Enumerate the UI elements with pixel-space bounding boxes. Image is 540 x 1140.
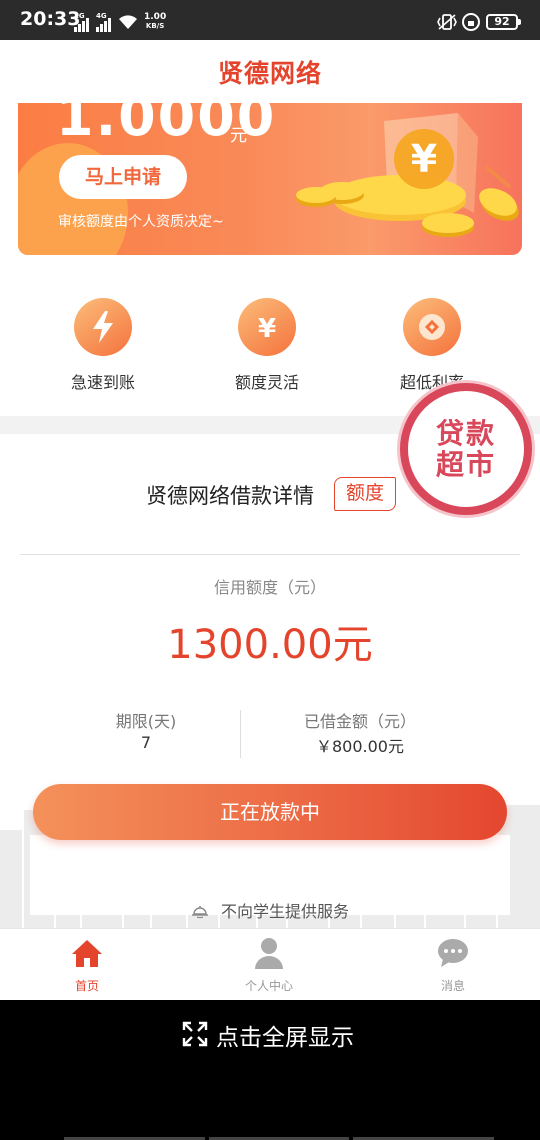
- stats-divider: [240, 710, 241, 758]
- battery-indicator: 92: [486, 14, 521, 30]
- yen-icon: ¥: [238, 298, 296, 356]
- network-speed: 1.00 KB/S: [144, 12, 167, 31]
- home-icon: [32, 935, 142, 971]
- signal-2-icon: 4G: [96, 12, 116, 32]
- status-time: 20:33: [20, 8, 81, 30]
- lightning-icon: [74, 298, 132, 356]
- loan-status-button[interactable]: 正在放款中: [33, 784, 507, 840]
- term-label: 期限(天): [115, 712, 177, 731]
- page-title: 贤德网络: [217, 59, 322, 88]
- feature-fast-arrival: 急速到账: [43, 298, 163, 393]
- svg-text:¥: ¥: [411, 137, 437, 181]
- detail-divider: [20, 554, 520, 555]
- tab-messages[interactable]: 消息: [398, 935, 508, 994]
- banner-unit: 元: [230, 126, 247, 146]
- loan-market-float-button[interactable]: 贷款超市: [400, 383, 532, 515]
- rotation-lock-icon: [462, 13, 480, 31]
- feature-flexible-limit: ¥ 额度灵活: [207, 298, 327, 393]
- fullscreen-label: 点击全屏显示: [216, 1025, 354, 1051]
- svg-text:¥: ¥: [258, 314, 276, 342]
- feature-low-rate: 超低利率: [372, 298, 492, 393]
- fullscreen-overlay[interactable]: 点击全屏显示: [0, 1000, 540, 1140]
- app-screen: 贤德网络 1.0000 元 马上申请 审核额度由个人资质决定~ ¥ 急速到账 ¥…: [0, 40, 540, 1000]
- term-value: 7: [140, 733, 152, 752]
- apply-now-button[interactable]: 马上申请: [59, 155, 187, 199]
- bottom-tab-bar: 首页 个人中心 消息: [0, 928, 540, 1000]
- signal-1-icon: 2G: [74, 12, 94, 32]
- credit-limit-amount: 1300.00元: [167, 622, 373, 668]
- tab-personal-center[interactable]: 个人中心: [214, 935, 324, 994]
- banner-note: 审核额度由个人资质决定~: [58, 214, 224, 230]
- chat-icon: [398, 935, 508, 971]
- borrowed-amount-value: ￥800.00元: [316, 737, 404, 756]
- coin-icon: [403, 298, 461, 356]
- vibrate-icon: [437, 14, 457, 30]
- person-icon: [214, 935, 324, 971]
- wifi-icon: [119, 15, 137, 29]
- coins-illustration-icon: ¥: [296, 113, 519, 237]
- student-notice: 不向学生提供服务: [0, 898, 540, 922]
- credit-limit-label: 信用额度（元）: [213, 578, 326, 597]
- status-bar: 20:33 2G 4G 1.00 KB/S 92: [0, 0, 540, 40]
- expand-icon: [182, 1021, 208, 1047]
- promo-banner[interactable]: 1.0000 元 马上申请 审核额度由个人资质决定~ ¥: [18, 103, 522, 255]
- borrowed-amount-label: 已借金额（元）: [303, 712, 416, 731]
- quota-tag: 额度: [334, 477, 396, 511]
- tab-home[interactable]: 首页: [32, 935, 142, 994]
- bell-icon: [191, 906, 208, 918]
